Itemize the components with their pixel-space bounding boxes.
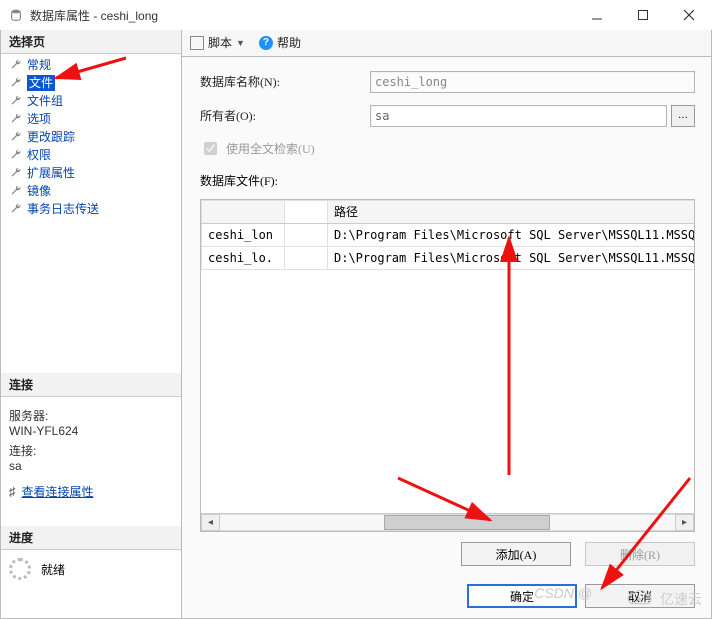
server-value: WIN-YFL624 (9, 424, 173, 438)
db-files-grid[interactable]: 路径 ceshi_lon D:\Program Files\Microsoft … (200, 199, 695, 532)
nav-item-extendedprops[interactable]: 扩展属性 (1, 164, 181, 182)
select-page-header: 选择页 (1, 30, 181, 54)
page-nav-list: 常规 文件 文件组 选项 更改跟踪 (1, 54, 181, 224)
owner-label: 所有者(O): (200, 107, 370, 124)
owner-browse-button[interactable]: … (671, 105, 695, 127)
file-path-cell[interactable]: D:\Program Files\Microsoft SQL Server\MS… (328, 246, 696, 269)
maximize-button[interactable] (620, 0, 666, 30)
wrench-icon (9, 94, 23, 108)
watermark-csdn: CSDN @ (534, 585, 592, 601)
progress-status: 就绪 (41, 561, 65, 578)
nav-item-mirroring[interactable]: 镜像 (1, 182, 181, 200)
remove-button: 删除(R) (585, 542, 695, 566)
file-path-cell[interactable]: D:\Program Files\Microsoft SQL Server\MS… (328, 223, 696, 246)
connection-label: 连接: (9, 442, 173, 459)
wrench-icon (9, 166, 23, 180)
connection-header: 连接 (1, 373, 181, 397)
content-panel: 脚本 ▼ ? 帮助 数据库名称(N): 所有者(O): … (182, 30, 711, 618)
nav-item-files[interactable]: 文件 (1, 74, 181, 92)
owner-input[interactable] (370, 105, 667, 127)
file-name-cell[interactable]: ceshi_lo. (202, 246, 285, 269)
title-bar: 数据库属性 - ceshi_long (0, 0, 712, 31)
col-name-header[interactable] (202, 200, 285, 223)
window-title: 数据库属性 - ceshi_long (30, 7, 574, 24)
content-toolbar: 脚本 ▼ ? 帮助 (182, 30, 711, 57)
connection-value: sa (9, 459, 173, 473)
window-frame: 数据库属性 - ceshi_long 选择页 常规 (0, 0, 712, 619)
scroll-thumb[interactable] (384, 515, 550, 530)
file-name-cell[interactable]: ceshi_lon (202, 223, 285, 246)
fulltext-label: 使用全文检索(U) (226, 140, 315, 157)
progress-block: 就绪 (1, 550, 181, 588)
script-icon (190, 36, 204, 50)
horizontal-scrollbar[interactable]: ◂ ▸ (201, 513, 694, 531)
table-row[interactable]: ceshi_lon D:\Program Files\Microsoft SQL… (202, 223, 696, 246)
connection-icon: ♯ (9, 484, 16, 499)
left-panel: 选择页 常规 文件 文件组 选项 (1, 30, 182, 618)
scroll-right-arrow[interactable]: ▸ (675, 514, 694, 531)
col-blank-header[interactable] (285, 200, 328, 223)
nav-item-permissions[interactable]: 权限 (1, 146, 181, 164)
help-icon: ? (259, 36, 273, 50)
nav-item-general[interactable]: 常规 (1, 56, 181, 74)
fulltext-checkbox (204, 142, 217, 155)
database-icon (8, 7, 24, 23)
server-label: 服务器: (9, 407, 173, 424)
col-path-header[interactable]: 路径 (328, 200, 696, 223)
minimize-button[interactable] (574, 0, 620, 30)
wrench-icon (9, 148, 23, 162)
table-row[interactable]: ceshi_lo. D:\Program Files\Microsoft SQL… (202, 246, 696, 269)
wrench-icon (9, 76, 23, 90)
help-button[interactable]: ? 帮助 (259, 34, 301, 51)
chevron-down-icon: ▼ (236, 38, 245, 48)
progress-header: 进度 (1, 526, 181, 550)
db-name-input[interactable] (370, 71, 695, 93)
wrench-icon (9, 202, 23, 216)
nav-item-filegroups[interactable]: 文件组 (1, 92, 181, 110)
nav-item-options[interactable]: 选项 (1, 110, 181, 128)
wrench-icon (9, 58, 23, 72)
db-name-label: 数据库名称(N): (200, 73, 370, 90)
nav-item-logshipping[interactable]: 事务日志传送 (1, 200, 181, 218)
wrench-icon (9, 184, 23, 198)
file-blank-cell[interactable] (285, 246, 328, 269)
nav-item-changetracking[interactable]: 更改跟踪 (1, 128, 181, 146)
add-button[interactable]: 添加(A) (461, 542, 571, 566)
connection-block: 服务器: WIN-YFL624 连接: sa ♯ 查看连接属性 (1, 397, 181, 508)
watermark-ysy: 亿速云 (624, 589, 702, 609)
files-label: 数据库文件(F): (200, 172, 695, 189)
cloud-icon (624, 590, 654, 608)
close-button[interactable] (666, 0, 712, 30)
scroll-track[interactable] (220, 514, 675, 531)
view-connection-properties-link[interactable]: 查看连接属性 (22, 483, 94, 500)
wrench-icon (9, 130, 23, 144)
file-blank-cell[interactable] (285, 223, 328, 246)
scroll-left-arrow[interactable]: ◂ (201, 514, 220, 531)
wrench-icon (9, 112, 23, 126)
script-dropdown[interactable]: 脚本 ▼ (190, 34, 245, 51)
spinner-icon (9, 558, 31, 580)
